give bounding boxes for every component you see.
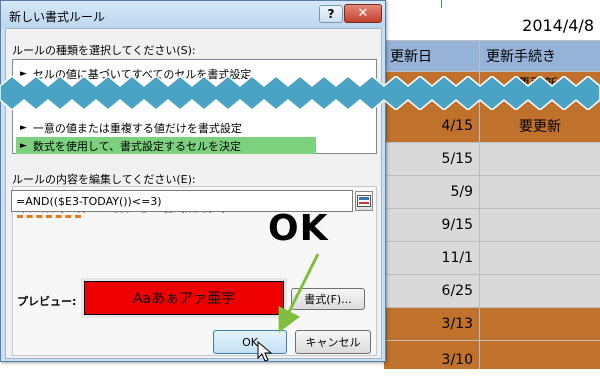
format-preview: Aaあぁアァ亜宇 [81,278,287,318]
date-text-1: 4/15 [441,118,473,134]
format-button[interactable]: 書式(F)... [291,288,365,310]
ok-callout-text: OK [268,208,329,249]
range-select-button[interactable] [355,191,373,211]
date-cell-7[interactable]: 3/13 [384,308,479,340]
date-cell-1[interactable]: 4/15 [384,110,479,142]
grid-hline-r2 [384,175,600,176]
cancel-button-label: キャンセル [305,336,361,349]
date-text-6: 6/25 [441,283,473,299]
date-text-4: 9/15 [441,217,473,233]
rule-item-unique-duplicate[interactable]: ► 一意の値または重複する値だけを書式設定 [16,119,316,136]
help-icon: ? [327,7,335,21]
ok-button[interactable]: OK [213,330,287,354]
date-text-8: 3/10 [441,352,473,368]
mouse-pointer-icon [257,341,273,362]
dialog-title: 新しい書式ルール [9,10,106,24]
help-button[interactable]: ? [319,5,343,23]
date-cell-3[interactable]: 5/9 [384,176,479,208]
bullet-arrow-icon: ► [20,140,27,151]
date-text-7: 3/13 [441,316,473,332]
formula-highlight-underline [17,215,81,218]
grid-vline-green [441,0,442,8]
top-date-value: 2014/4/8 [522,15,594,35]
date-text-2: 5/15 [441,151,473,167]
bullet-arrow-icon: ► [20,122,27,133]
grid-hline-r4 [384,241,600,242]
header-update-date[interactable]: 更新日 [384,41,479,71]
new-format-rule-dialog: 新しい書式ルール ? ✕ ルールの種類を選択してください(S): ► セルの値に… [0,0,386,362]
rule-edit-label: ルールの内容を編集してください(E): [12,173,196,186]
zigzag-cut-band [0,76,600,110]
renew-cell-1[interactable]: 要更新 [480,110,600,142]
renew-text-1: 要更新 [519,119,561,135]
date-cell-4[interactable]: 9/15 [384,209,479,241]
dialog-titlebar[interactable]: 新しい書式ルール ? ✕ [1,1,385,28]
grid-hline-r1 [384,142,600,143]
preview-label: プレビュー: [17,295,77,308]
grid-hline-top [384,40,600,41]
date-cell-8[interactable]: 3/10 [384,352,479,376]
cancel-button[interactable]: キャンセル [295,330,371,354]
rule-item-label: 一意の値または重複する値だけを書式設定 [32,121,242,135]
date-text-3: 5/9 [450,184,473,200]
grid-hline-hdr [384,71,600,72]
range-select-icon [357,195,371,207]
close-icon: ✕ [357,6,369,21]
grid-hline-r3 [384,208,600,209]
header-renewal[interactable]: 更新手続き [480,41,600,71]
grid-hline-r7 [384,340,600,341]
header-renewal-label: 更新手続き [486,49,556,65]
ok-button-label: OK [242,335,258,349]
close-button[interactable]: ✕ [344,4,382,23]
rule-type-label: ルールの種類を選択してください(S): [12,44,196,57]
header-update-date-label: 更新日 [390,49,432,65]
date-cell-top[interactable]: 2014/4/8 [384,10,600,40]
rule-item-label: 数式を使用して、書式設定するセルを決定 [32,139,242,153]
format-button-label: 書式(F)... [304,293,352,306]
date-text-5: 11/1 [441,250,473,266]
date-cell-2[interactable]: 5/15 [384,143,479,175]
grid-hline-r5 [384,274,600,275]
date-cell-6[interactable]: 6/25 [384,275,479,307]
date-cell-5[interactable]: 11/1 [384,242,479,274]
grid-hline-r6 [384,307,600,308]
preview-sample-text: Aaあぁアァ亜宇 [132,291,236,307]
rule-item-formula[interactable]: ► 数式を使用して、書式設定するセルを決定 [16,137,316,154]
